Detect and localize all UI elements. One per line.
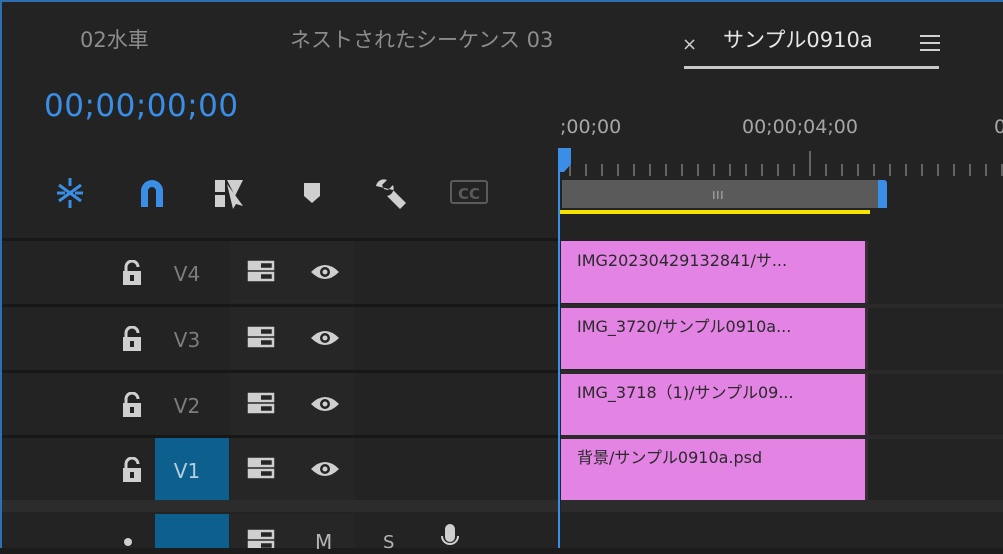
sync-lock-icon[interactable] [247,259,277,287]
clip-v1[interactable]: 背景/サンプル0910a.psd [561,438,868,500]
tab-02-suisha[interactable]: 02水車 [80,24,149,54]
clip-label: IMG20230429132841/サ... [577,251,788,270]
timeline-panel: 02水車 ネストされたシーケンス 03 × サンプル0910a 00;00;00… [0,0,1003,554]
solo-button[interactable]: S [383,532,394,553]
clip-label: IMG_3720/サンプル0910a... [577,317,792,336]
linked-selection-icon[interactable] [212,176,248,210]
clip-v4[interactable]: IMG20230429132841/サ... [561,241,868,303]
wrench-icon[interactable] [372,176,408,210]
playhead-timecode[interactable]: 00;00;00;00 [44,88,239,124]
active-tab-indicator [684,66,939,69]
video-audio-separator [2,500,558,512]
lock-icon[interactable] [121,456,143,483]
magnet-icon[interactable] [134,176,170,210]
eye-icon[interactable] [309,394,341,418]
clip-label: 背景/サンプル0910a.psd [577,448,763,467]
tab-sample-0910a[interactable]: サンプル0910a [723,24,873,54]
track-name[interactable]: V4 [157,262,217,286]
eye-icon[interactable] [309,328,341,352]
render-status-bar [560,210,870,214]
track-lane-divider [561,435,1003,439]
ruler-label: 0 [994,116,1003,138]
sync-lock-icon[interactable] [247,456,277,484]
track-name[interactable]: V1 [157,459,217,483]
sync-lock-icon[interactable] [247,391,277,419]
time-ruler [569,151,1003,176]
track-target-a1[interactable] [155,514,229,548]
lock-icon[interactable] [121,259,143,286]
lock-icon[interactable] [121,391,143,418]
work-area-end-handle [878,180,887,208]
ruler-label: ;00;00 [560,116,622,138]
video-audio-separator-lane [561,500,1003,512]
work-area-bar [562,180,878,208]
track-lane-divider [561,304,1003,308]
mute-button[interactable]: M [315,530,332,554]
eye-icon[interactable] [309,459,341,483]
track-lane-divider [561,370,1003,374]
marker-icon[interactable] [300,176,324,210]
panel-focus-border-left [0,0,2,548]
snap-nest-icon[interactable] [52,176,88,210]
close-icon[interactable]: × [682,34,697,55]
lock-icon[interactable] [121,325,143,352]
panel-menu-icon[interactable] [920,35,940,53]
sync-lock-icon[interactable] [247,528,277,552]
sync-lock-icon[interactable] [247,325,277,353]
captions-icon[interactable]: CC [450,180,488,204]
clip-label: IMG_3718（1)/サンプル09... [577,383,794,402]
clip-v3[interactable]: IMG_3720/サンプル0910a... [561,307,868,369]
track-name[interactable]: V3 [157,328,217,352]
ruler-label: 00;00;04;00 [742,116,858,138]
audio-lock-icon[interactable] [124,538,132,546]
playhead-line-overlay[interactable] [558,148,560,548]
eye-icon[interactable] [309,262,341,286]
clip-v2[interactable]: IMG_3718（1)/サンプル09... [561,373,868,435]
panel-focus-border [0,0,1003,2]
tab-nested-sequence-03[interactable]: ネストされたシーケンス 03 [290,24,553,54]
track-name[interactable]: V2 [157,394,217,418]
